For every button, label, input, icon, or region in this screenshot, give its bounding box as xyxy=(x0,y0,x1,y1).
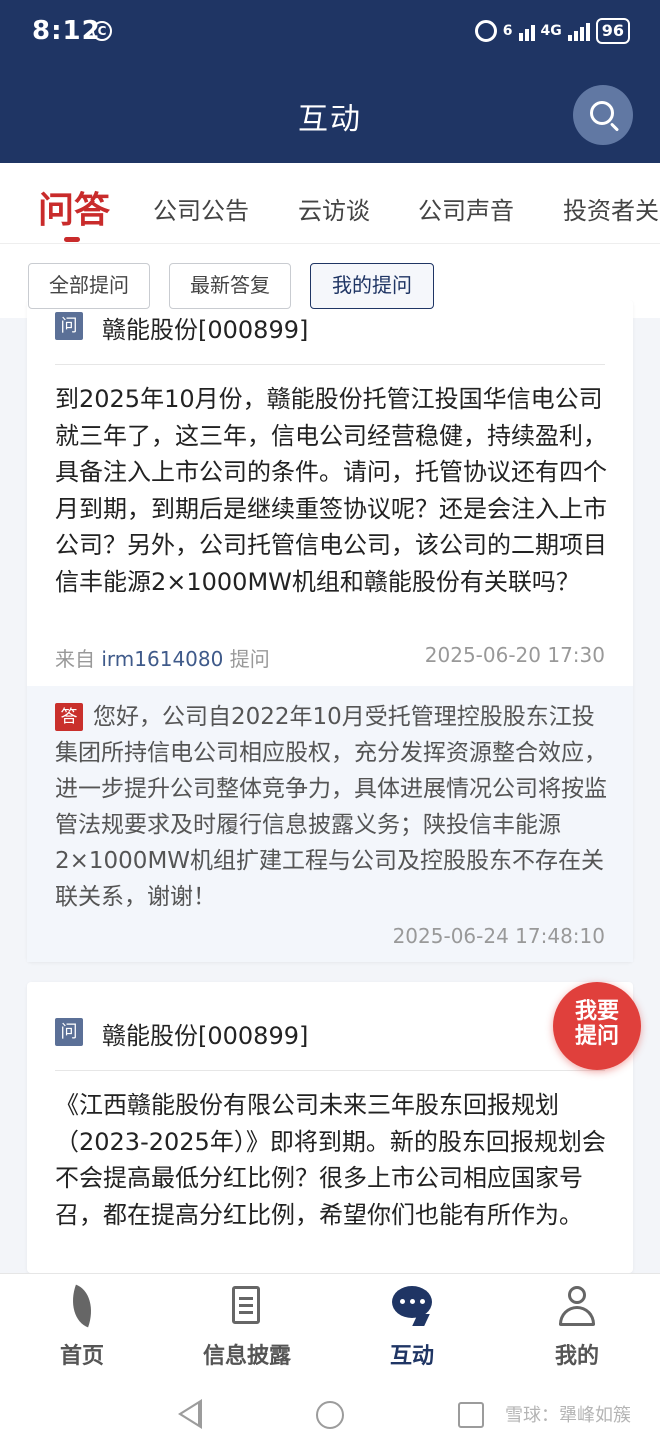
status-bar: 8:12 C 6 4G 96 xyxy=(0,0,660,66)
cell-network-label: 4G xyxy=(540,23,562,39)
system-nav-bar: 雪球：犟峰如簇 xyxy=(0,1381,660,1451)
recent-apps-icon[interactable] xyxy=(458,1402,484,1428)
chat-bubble-icon xyxy=(391,1284,433,1328)
qa-card[interactable]: 问 赣能股份[000899] 《江西赣能股份有限公司未来三年股东回报规划（202… xyxy=(27,982,633,1273)
question-text: 《江西赣能股份有限公司未来三年股东回报规划（2023-2025年）》即将到期。新… xyxy=(55,1091,606,1229)
category-tabs: 问答 公司公告 云访谈 公司声音 投资者关系 xyxy=(0,163,660,243)
status-time: 8:12 xyxy=(32,16,101,46)
search-icon xyxy=(590,101,614,125)
page-title: 互动 xyxy=(298,102,362,137)
status-icons: 6 4G 96 xyxy=(474,18,630,44)
question-text: 到2025年10月份，赣能股份托管江投国华信电公司就三年了，这三年，信电公司经营… xyxy=(55,385,607,596)
question-tag: 问 xyxy=(55,1018,83,1046)
document-icon xyxy=(226,1284,268,1328)
question-time: 2025-06-20 17:30 xyxy=(424,643,605,667)
asker-info: 来自 irm1614080 提问 xyxy=(55,647,270,671)
home-icon[interactable] xyxy=(316,1401,344,1429)
nav-disclosure[interactable]: 信息披露 xyxy=(187,1284,307,1376)
tab-company-announcements[interactable]: 公司公告 xyxy=(153,191,249,226)
leaf-icon xyxy=(61,1284,103,1328)
tab-company-voice[interactable]: 公司声音 xyxy=(418,191,514,226)
qa-card[interactable]: 问 赣能股份[000899] 到2025年10月份，赣能股份托管江投国华信电公司… xyxy=(27,300,633,962)
wifi-icon: 6 xyxy=(502,23,513,39)
nav-profile[interactable]: 我的 xyxy=(517,1284,637,1376)
signal-bars-icon xyxy=(567,21,590,41)
answer-time: 2025-06-24 17:48:10 xyxy=(392,924,605,948)
answer-text: 答您好，公司自2022年10月受托管理控股股东江投集团所持信电公司相应股权，充分… xyxy=(55,703,607,910)
tab-qa[interactable]: 问答 xyxy=(38,181,110,233)
answer-tag: 答 xyxy=(55,703,83,731)
filter-bar-overlay: 全部提问 最新答复 我的提问 xyxy=(0,243,660,309)
tab-cloud-interview[interactable]: 云访谈 xyxy=(298,191,370,226)
watermark: 雪球：犟峰如簇 xyxy=(505,1405,631,1426)
filter-all-questions[interactable]: 全部提问 xyxy=(28,263,150,309)
answer-box: 答您好，公司自2022年10月受托管理控股股东江投集团所持信电公司相应股权，充分… xyxy=(27,686,633,962)
alarm-icon xyxy=(474,20,497,42)
app-header: 8:12 C 6 4G 96 互动 xyxy=(0,0,660,163)
nav-interaction[interactable]: 互动 xyxy=(352,1284,472,1376)
user-icon xyxy=(556,1284,598,1328)
active-tab-indicator xyxy=(64,237,80,242)
tab-investor-relations[interactable]: 投资者关系 xyxy=(563,191,660,226)
wifi-bars-icon xyxy=(518,21,535,41)
question-tag: 问 xyxy=(55,312,83,340)
notification-icon: C xyxy=(92,21,112,41)
company-name[interactable]: 赣能股份[000899] xyxy=(102,1016,308,1051)
filter-latest-replies[interactable]: 最新答复 xyxy=(169,263,291,309)
filter-my-questions[interactable]: 我的提问 xyxy=(310,263,434,309)
ask-question-button[interactable]: 我要 提问 xyxy=(553,982,641,1070)
bottom-nav: 首页 信息披露 互动 我的 xyxy=(0,1273,660,1381)
nav-home[interactable]: 首页 xyxy=(22,1284,142,1376)
asker-id[interactable]: irm1614080 xyxy=(101,647,223,671)
battery-indicator: 96 xyxy=(595,18,630,44)
search-button[interactable] xyxy=(573,85,633,145)
company-name[interactable]: 赣能股份[000899] xyxy=(102,310,308,345)
